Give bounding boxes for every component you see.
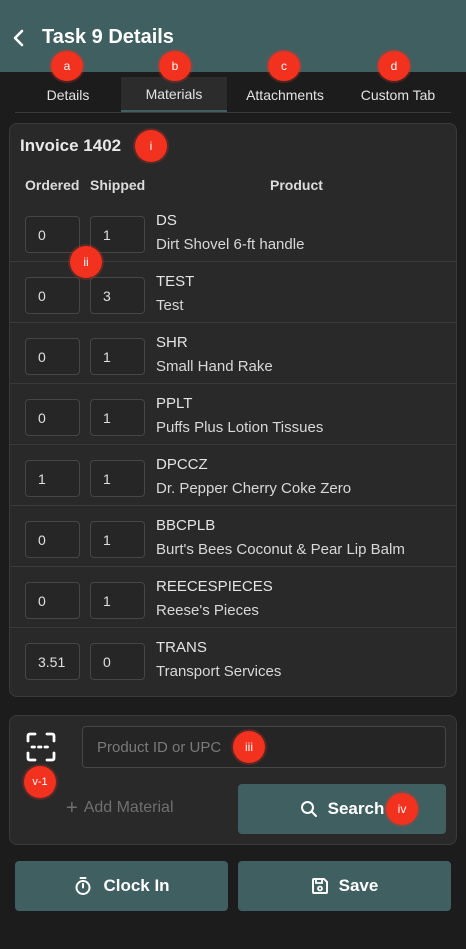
product-name: Puffs Plus Lotion Tissues (156, 419, 324, 436)
search-icon (300, 801, 317, 817)
annotation-marker-c: c (268, 51, 300, 81)
add-material-button[interactable]: + Add Material (66, 798, 174, 818)
save-button[interactable]: Save (238, 861, 451, 911)
product-code: SHR (156, 334, 188, 351)
shipped-qty-field[interactable]: 1 (90, 338, 145, 375)
product-name: Dirt Shovel 6-ft handle (156, 236, 305, 253)
column-header-product: Product (270, 177, 323, 193)
product-code: DS (156, 212, 177, 229)
ordered-qty-field[interactable]: 3.51 (25, 643, 80, 680)
search-button-label: Search (327, 799, 385, 818)
annotation-marker-iv: iv (386, 793, 418, 825)
product-name: Test (156, 297, 184, 314)
table-row: 0 1 BBCPLB Burt's Bees Coconut & Pear Li… (10, 506, 456, 567)
shipped-qty-field[interactable]: 1 (90, 582, 145, 619)
add-material-label: Add Material (83, 799, 174, 816)
annotation-marker-d: d (378, 51, 410, 81)
product-code: TEST (156, 273, 195, 290)
shipped-qty-field[interactable]: 1 (90, 216, 145, 253)
annotation-marker-ii: ii (70, 246, 102, 278)
shipped-qty-field[interactable]: 1 (90, 460, 145, 497)
product-code: DPCCZ (156, 456, 208, 473)
tab-materials[interactable]: Materials (121, 77, 227, 112)
shipped-qty-field[interactable]: 1 (90, 399, 145, 436)
table-row: 0 1 PPLT Puffs Plus Lotion Tissues (10, 384, 456, 445)
product-name: Transport Services (156, 663, 282, 680)
product-name: Small Hand Rake (156, 358, 273, 375)
shipped-qty-field[interactable]: 0 (90, 643, 145, 680)
shipped-qty-field[interactable]: 3 (90, 277, 145, 314)
annotation-marker-iii: iii (233, 731, 265, 763)
ordered-qty-field[interactable]: 0 (25, 338, 80, 375)
ordered-qty-field[interactable]: 0 (25, 277, 80, 314)
column-header-ordered: Ordered (25, 177, 80, 193)
clock-in-button[interactable]: Clock In (15, 861, 228, 911)
clock-in-label: Clock In (103, 876, 170, 895)
tab-attachments[interactable]: Attachments (234, 77, 336, 112)
tab-details[interactable]: Details (15, 77, 121, 112)
annotation-marker-b: b (159, 51, 191, 81)
page-title: Task 9 Details (42, 26, 174, 48)
ordered-qty-field[interactable]: 0 (25, 582, 80, 619)
annotation-marker-i: i (135, 130, 167, 162)
table-row: 3.51 0 TRANS Transport Services (10, 628, 456, 689)
column-header-shipped: Shipped (90, 177, 146, 193)
stopwatch-icon (75, 877, 91, 895)
chevron-left-icon[interactable] (10, 26, 28, 50)
product-code: BBCPLB (156, 517, 216, 534)
tab-bar: Details Materials Attachments Custom Tab (15, 77, 451, 113)
table-row: 0 1 REECESPIECES Reese's Pieces (10, 567, 456, 628)
product-code: PPLT (156, 395, 193, 412)
product-name: Burt's Bees Coconut & Pear Lip Balm (156, 541, 405, 558)
shipped-qty-field[interactable]: 1 (90, 521, 145, 558)
table-row: 1 1 DPCCZ Dr. Pepper Cherry Coke Zero (10, 445, 456, 506)
floppy-disk-icon (311, 878, 328, 894)
ordered-qty-field[interactable]: 1 (25, 460, 80, 497)
product-code: TRANS (156, 639, 207, 656)
annotation-marker-a: a (51, 51, 83, 81)
annotation-marker-v-1: v-1 (24, 766, 56, 798)
plus-icon: + (66, 797, 78, 819)
product-name: Dr. Pepper Cherry Coke Zero (156, 480, 352, 497)
save-label: Save (338, 876, 379, 895)
ordered-qty-field[interactable]: 0 (25, 216, 80, 253)
product-name: Reese's Pieces (156, 602, 259, 619)
tab-custom[interactable]: Custom Tab (347, 77, 449, 112)
product-code: REECESPIECES (156, 578, 273, 595)
barcode-scan-icon[interactable] (26, 732, 56, 762)
invoice-title: Invoice 1402 (20, 136, 122, 155)
ordered-qty-field[interactable]: 0 (25, 399, 80, 436)
table-row: 0 1 SHR Small Hand Rake (10, 323, 456, 384)
ordered-qty-field[interactable]: 0 (25, 521, 80, 558)
